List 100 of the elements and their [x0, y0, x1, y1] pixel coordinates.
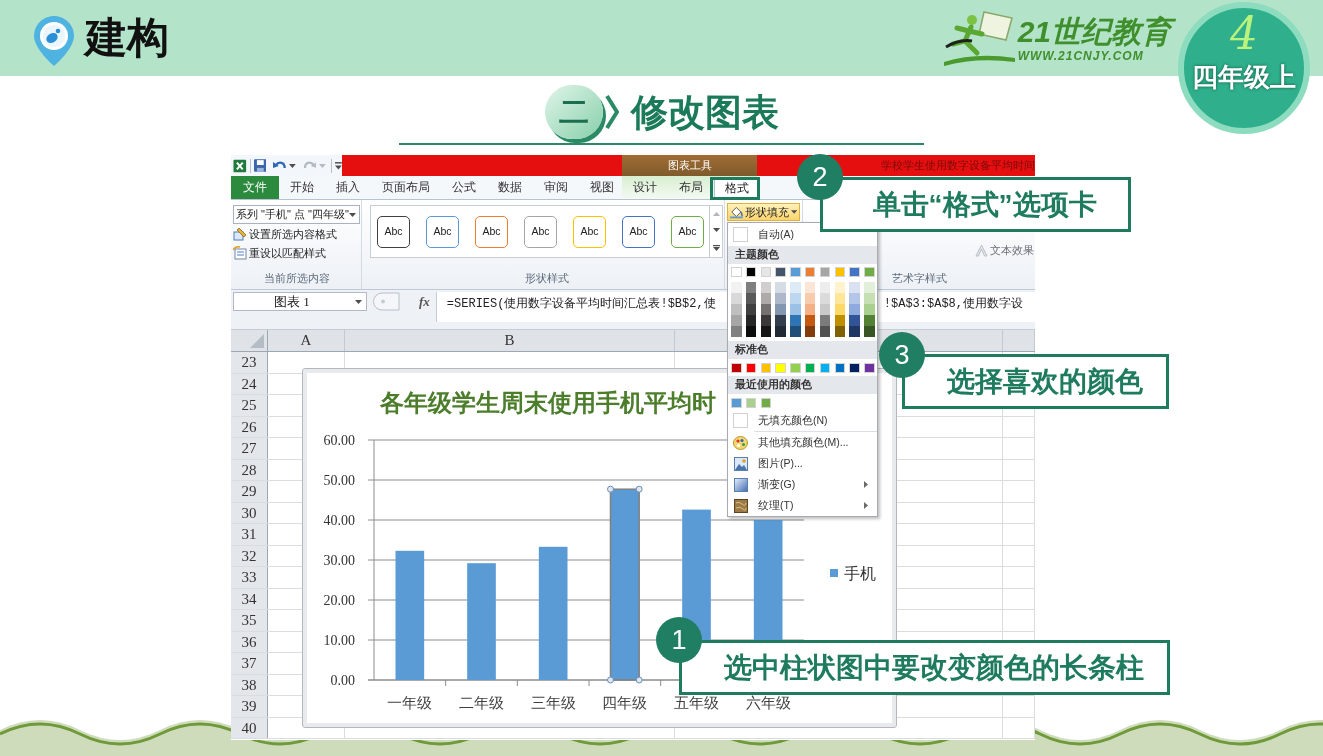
- row-number[interactable]: 39: [231, 696, 268, 717]
- color-swatch[interactable]: [790, 326, 801, 337]
- color-swatch[interactable]: [775, 293, 786, 304]
- row-number[interactable]: 38: [231, 674, 268, 695]
- color-swatch[interactable]: [745, 282, 757, 293]
- color-swatch[interactable]: [745, 304, 757, 315]
- color-swatch[interactable]: [760, 398, 772, 408]
- color-swatch[interactable]: [760, 282, 772, 293]
- column-header[interactable]: B: [345, 330, 675, 351]
- shape-style-option[interactable]: Abc: [671, 215, 704, 248]
- color-swatch[interactable]: [790, 282, 801, 293]
- color-swatch[interactable]: [849, 293, 860, 304]
- scroll-up-icon[interactable]: [712, 212, 720, 217]
- color-swatch[interactable]: [805, 363, 816, 373]
- color-swatch[interactable]: [745, 293, 757, 304]
- row-number[interactable]: 25: [231, 395, 268, 416]
- color-swatch[interactable]: [834, 304, 846, 315]
- menu-item[interactable]: 图片(P)...: [728, 453, 877, 474]
- row-number[interactable]: 37: [231, 653, 268, 674]
- row-number[interactable]: 33: [231, 567, 268, 588]
- insert-function-button[interactable]: fx: [419, 292, 430, 311]
- shape-style-option[interactable]: Abc: [524, 215, 557, 248]
- color-swatch[interactable]: [760, 293, 772, 304]
- color-swatch[interactable]: [819, 315, 831, 326]
- color-swatch[interactable]: [760, 326, 772, 337]
- color-swatch[interactable]: [731, 293, 742, 304]
- selection-handle[interactable]: [607, 485, 614, 493]
- row-number[interactable]: 35: [231, 610, 268, 631]
- row-number[interactable]: 40: [231, 717, 268, 738]
- shape-style-option[interactable]: Abc: [475, 215, 508, 248]
- column-header[interactable]: A: [268, 330, 345, 351]
- shape-style-option[interactable]: Abc: [426, 215, 459, 248]
- color-swatch[interactable]: [805, 326, 816, 337]
- color-swatch[interactable]: [775, 267, 786, 277]
- color-swatch[interactable]: [805, 293, 816, 304]
- color-swatch[interactable]: [775, 282, 786, 293]
- color-swatch[interactable]: [819, 282, 831, 293]
- color-swatch[interactable]: [864, 304, 875, 315]
- shape-fill-button[interactable]: 形状填充: [727, 203, 800, 221]
- ribbon-command[interactable]: 重设以匹配样式: [233, 244, 361, 262]
- row-number[interactable]: 36: [231, 631, 268, 652]
- color-swatch[interactable]: [849, 363, 860, 373]
- ribbon-tab[interactable]: 开始: [279, 177, 325, 199]
- color-swatch[interactable]: [760, 363, 772, 373]
- row-number[interactable]: 24: [231, 373, 268, 394]
- selection-handle[interactable]: [607, 676, 614, 684]
- row-number[interactable]: 34: [231, 588, 268, 609]
- color-swatch[interactable]: [790, 267, 801, 277]
- ribbon-tab[interactable]: 公式: [441, 177, 487, 199]
- chart-bar[interactable]: [395, 550, 425, 680]
- color-swatch[interactable]: [834, 363, 846, 373]
- chart-bar[interactable]: [609, 488, 640, 681]
- color-swatch[interactable]: [790, 363, 801, 373]
- ribbon-tab[interactable]: 设计: [622, 177, 668, 199]
- row-number[interactable]: 29: [231, 481, 268, 502]
- menu-item[interactable]: 其他填充颜色(M)...: [728, 432, 877, 453]
- scroll-down-icon[interactable]: [712, 228, 720, 233]
- color-swatch[interactable]: [731, 398, 742, 408]
- gallery-more-icon[interactable]: [712, 244, 720, 251]
- color-swatch[interactable]: [864, 315, 875, 326]
- row-number[interactable]: 27: [231, 438, 268, 459]
- ribbon-tab[interactable]: 布局: [668, 177, 714, 199]
- selection-handle[interactable]: [635, 676, 643, 684]
- color-swatch[interactable]: [745, 326, 757, 337]
- color-swatch[interactable]: [834, 326, 846, 337]
- text-effects-icon[interactable]: [975, 243, 988, 257]
- color-swatch[interactable]: [849, 267, 860, 277]
- color-swatch[interactable]: [834, 293, 846, 304]
- text-effects-button[interactable]: 文本效果: [990, 242, 1034, 259]
- selection-handle[interactable]: [635, 485, 643, 493]
- color-swatch[interactable]: [864, 363, 875, 373]
- spreadsheet-app-icon[interactable]: [233, 158, 247, 173]
- color-swatch[interactable]: [849, 282, 860, 293]
- color-swatch[interactable]: [790, 293, 801, 304]
- color-swatch[interactable]: [834, 315, 846, 326]
- save-icon[interactable]: [253, 159, 267, 172]
- selection-dropdown[interactable]: 系列 "手机" 点 "四年级": [233, 205, 360, 224]
- ribbon-tab[interactable]: 插入: [325, 177, 371, 199]
- file-tab[interactable]: 文件: [231, 176, 279, 199]
- ribbon-command[interactable]: 设置所选内容格式: [233, 225, 361, 243]
- color-swatch[interactable]: [731, 363, 742, 373]
- menu-item[interactable]: 无填充颜色(N): [728, 410, 877, 431]
- color-swatch[interactable]: [775, 304, 786, 315]
- color-swatch[interactable]: [731, 326, 742, 337]
- color-swatch[interactable]: [819, 293, 831, 304]
- row-number[interactable]: 32: [231, 545, 268, 566]
- color-swatch[interactable]: [790, 304, 801, 315]
- color-swatch[interactable]: [731, 282, 742, 293]
- row-number[interactable]: 28: [231, 459, 268, 480]
- ribbon-tab[interactable]: 数据: [487, 177, 533, 199]
- color-swatch[interactable]: [819, 304, 831, 315]
- color-swatch[interactable]: [760, 267, 772, 277]
- color-swatch[interactable]: [805, 267, 816, 277]
- color-swatch[interactable]: [775, 315, 786, 326]
- row-number[interactable]: 26: [231, 416, 268, 437]
- color-swatch[interactable]: [745, 398, 757, 408]
- customize-toolbar-icon[interactable]: [335, 161, 342, 170]
- color-swatch[interactable]: [834, 267, 846, 277]
- ribbon-tab[interactable]: 审阅: [533, 177, 579, 199]
- color-swatch[interactable]: [760, 304, 772, 315]
